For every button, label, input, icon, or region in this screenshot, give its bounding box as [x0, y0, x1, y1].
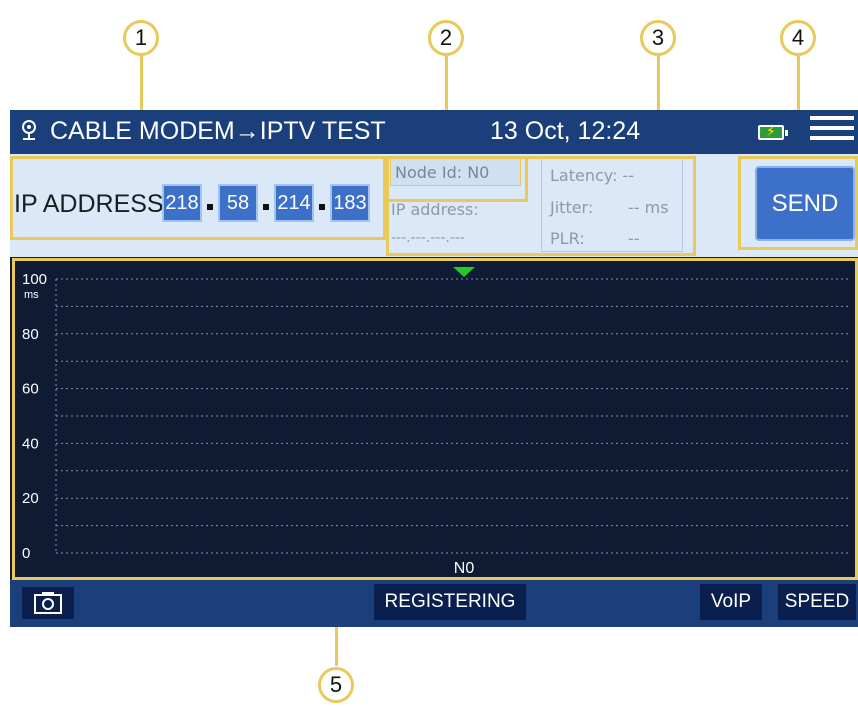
y-tick-label: 40: [22, 435, 39, 452]
callout-5: 5: [318, 667, 354, 703]
y-tick-label: 60: [22, 381, 39, 398]
ip-octet-4[interactable]: 183: [330, 184, 370, 222]
ip-separator: [319, 204, 325, 210]
battery-charging-icon: ⚡: [758, 124, 788, 140]
y-tick-label: 20: [22, 490, 39, 507]
position-marker-icon: [453, 267, 475, 277]
ip-octet-1[interactable]: 218: [162, 184, 202, 222]
node-ip-value: ---.---.---.---: [391, 230, 465, 246]
device-screen: CABLE MODEM→IPTV TEST 13 Oct, 12:24 ⚡ IP…: [10, 110, 858, 627]
x-category-label: N0: [454, 560, 475, 577]
bottom-bar: REGISTERING VoIP SPEED: [10, 579, 858, 627]
jitter-value: -- ms: [628, 198, 669, 217]
callout-2: 2: [428, 20, 464, 56]
person-location-icon: [22, 120, 36, 140]
callout-4: 4: [780, 20, 816, 56]
latency-chart: 0 20 40 60 80 100 ms N0: [14, 259, 858, 579]
voip-button[interactable]: VoIP: [700, 584, 762, 620]
callout-3: 3: [640, 20, 676, 56]
jitter-label: Jitter:: [550, 198, 594, 217]
y-axis-unit: ms: [24, 289, 39, 301]
callout-1: 1: [123, 20, 159, 56]
ip-octet-3[interactable]: 214: [274, 184, 314, 222]
camera-icon[interactable]: [22, 587, 74, 619]
datetime-label: 13 Oct, 12:24: [490, 117, 641, 145]
node-id-label: Node Id: N0: [390, 158, 521, 186]
y-tick-label: 0: [22, 545, 30, 562]
ip-octet-2[interactable]: 58: [218, 184, 258, 222]
plr-label: PLR:: [550, 229, 585, 248]
ip-separator: [263, 204, 269, 210]
node-ip-label: IP address:: [391, 200, 479, 219]
hamburger-menu-icon[interactable]: [810, 116, 854, 148]
speed-button[interactable]: SPEED: [778, 584, 856, 620]
ip-separator: [207, 204, 213, 210]
ip-address-label: IP ADDRESS:: [14, 190, 171, 218]
send-button[interactable]: SEND: [755, 166, 855, 241]
top-bar: CABLE MODEM→IPTV TEST 13 Oct, 12:24 ⚡: [10, 110, 858, 154]
latency-readout: Latency: --: [550, 166, 635, 185]
y-tick-label: 100: [22, 271, 47, 288]
page-title: CABLE MODEM→IPTV TEST: [50, 117, 386, 145]
chart-svg: 0 20 40 60 80 100ms N0: [22, 267, 850, 577]
registering-status-button[interactable]: REGISTERING: [374, 584, 526, 620]
plr-value: --: [628, 229, 640, 248]
y-tick-label: 80: [22, 326, 39, 343]
control-panel: IP ADDRESS: 218 58 214 183 Node Id: N0 I…: [10, 154, 858, 257]
